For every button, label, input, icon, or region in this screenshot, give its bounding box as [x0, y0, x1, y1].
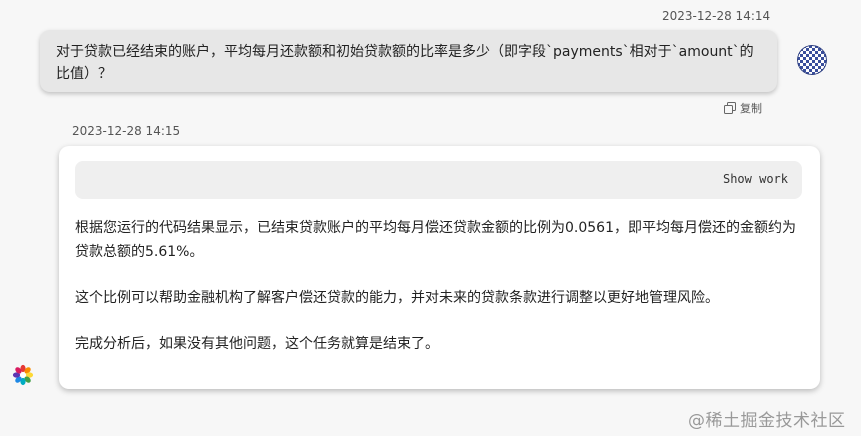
watermark: @稀土掘金技术社区 — [688, 411, 846, 431]
assistant-paragraph: 这个比例可以帮助金融机构了解客户偿还贷款的能力，并对未来的贷款条款进行调整以更好… — [75, 290, 719, 306]
assistant-paragraph: 完成分析后，如果没有其他问题，这个任务就算是结束了。 — [75, 336, 439, 352]
assistant-logo-icon — [12, 364, 34, 386]
assistant-message-timestamp: 2023-12-28 14:15 — [72, 124, 181, 138]
assistant-message-card: Show work 根据您运行的代码结果显示，已结束贷款账户的平均每月偿还贷款金… — [59, 146, 820, 389]
user-message-bubble: 对于贷款已经结束的账户，平均每月还款额和初始贷款额的比率是多少（即字段`paym… — [40, 30, 777, 92]
copy-button[interactable]: 复制 — [724, 100, 762, 116]
copy-label: 复制 — [740, 102, 762, 115]
user-message-timestamp: 2023-12-28 14:14 — [662, 9, 771, 23]
show-work-toggle[interactable]: Show work — [75, 161, 802, 199]
assistant-message-body: 根据您运行的代码结果显示，已结束贷款账户的平均每月偿还贷款金额的比例为0.056… — [75, 216, 803, 378]
show-work-label: Show work — [722, 172, 788, 186]
user-message-text: 对于贷款已经结束的账户，平均每月还款额和初始贷款额的比率是多少（即字段`paym… — [56, 44, 754, 82]
copy-icon — [724, 102, 736, 114]
user-avatar[interactable] — [797, 45, 827, 75]
assistant-paragraph: 根据您运行的代码结果显示，已结束贷款账户的平均每月偿还贷款金额的比例为0.056… — [75, 220, 796, 260]
user-avatar-image — [797, 45, 827, 75]
